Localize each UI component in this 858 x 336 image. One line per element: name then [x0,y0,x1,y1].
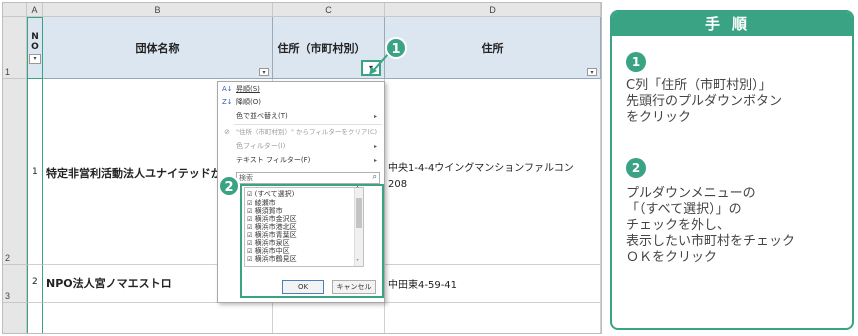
autofilter-menu: A↓ 昇順(S) Z↓ 降順(O) 色で並べ替え(T) ▸ ⊘ "住所（市町村別… [217,81,385,303]
checklist-label: 横浜市鶴見区 [254,255,297,263]
record-name: NPO法人宮ノマエストロ [46,277,172,290]
row-number: 2 [5,253,11,263]
scroll-down-icon[interactable]: ˅ [356,259,359,266]
header-no-label: NO [30,32,40,52]
column-header-a[interactable]: A [27,3,43,17]
header-cell-no[interactable]: NO ▾ [27,17,43,79]
menu-item-sort-by-color[interactable]: 色で並べ替え(T) [236,111,288,122]
step-1-text: C列「住所（市町村別）」 先頭行のプルダウンボタン をクリック [626,78,783,125]
select-all-corner[interactable] [3,3,27,17]
menu-item-text-filter[interactable]: テキスト フィルター(F) [236,155,310,166]
sort-descending-icon: Z↓ [222,98,233,106]
checklist-item[interactable]: ☑ 横浜市鶴見区 [247,254,297,264]
ok-button[interactable]: OK [282,280,324,294]
checklist-scrollbar[interactable]: ˄ ˅ [354,186,363,266]
row-number: 3 [5,291,11,301]
header-dantai-label: 団体名称 [135,41,180,55]
panel-title: 手順 [612,12,852,36]
menu-item-sort-asc[interactable]: 昇順(S) [236,84,260,95]
cell-no-1[interactable]: 1 [27,79,43,265]
cell-no-2[interactable]: 2 [27,265,43,303]
step-1-badge: 1 [385,37,407,59]
search-icon: ⌕ [372,172,377,181]
column-header-c[interactable]: C [273,3,385,17]
row-header-1[interactable]: 1 [3,17,27,79]
header-jusho-shichoson-label: 住所（市町村別） [277,41,366,55]
column-header-b[interactable]: B [43,3,273,17]
record-name: 特定非営利活動法人ユナイテッドか [46,167,222,180]
row-header-4[interactable] [3,303,27,333]
menu-item-sort-desc[interactable]: 降順(O) [236,97,261,108]
submenu-arrow-icon: ▸ [374,143,378,150]
record-address-line1: 中央1-4-4ウイングマンションファルコン [388,163,574,174]
cell-address-2[interactable]: 中田東4-59-41 [385,265,601,303]
sort-ascending-icon: A↓ [222,85,233,93]
filter-button-d[interactable]: ▾ [587,68,597,76]
record-no: 2 [32,277,38,287]
record-no: 1 [32,167,38,177]
step-2-badge: 2 [218,175,240,197]
row-header-2[interactable]: 2 [3,79,27,265]
cell-address-1[interactable]: 中央1-4-4ウイングマンションファルコン 208 [385,79,601,265]
cancel-button[interactable]: キャンセル [332,280,376,294]
record-address: 中田東4-59-41 [388,280,458,291]
menu-separator [234,124,382,125]
instructions-panel: 手順 1 C列「住所（市町村別）」 先頭行のプルダウンボタン をクリック 2 プ… [610,10,854,330]
cell-empty[interactable] [273,303,385,333]
cell-empty[interactable] [27,303,43,333]
submenu-arrow-icon: ▸ [374,113,378,120]
cell-empty[interactable] [385,303,601,333]
row-header-3[interactable]: 3 [3,265,27,303]
step-2-text: プルダウンメニューの 「（すべて選択）」の チェックを外し、 表示したい市町村を… [626,186,796,265]
scrollbar-thumb[interactable] [356,198,362,228]
row-number: 1 [5,67,11,77]
search-box[interactable]: 検索 ⌕ [236,172,380,184]
submenu-arrow-icon: ▸ [374,157,378,164]
filter-button-b[interactable]: ▾ [259,68,269,76]
record-address-line2: 208 [388,179,408,190]
menu-item-color-filter[interactable]: 色フィルター(I) [236,141,285,152]
column-header-d[interactable]: D [385,3,601,17]
filter-button-a[interactable]: ▾ [29,54,41,64]
menu-item-clear-filter[interactable]: "住所（市町村別）" からフィルターをクリア(C) [236,127,377,138]
cell-empty[interactable] [43,303,273,333]
header-cell-dantai[interactable]: 団体名称 ▾ [43,17,273,79]
checklist-box: ☑ (すべて選択) ☑ 綾瀬市 ☑ 横須賀市 ☑ 横浜市金沢区 ☑ 横浜市港北区… [244,186,364,267]
step-2-number: 2 [626,158,646,178]
spreadsheet: A B C D 1 2 3 NO ▾ 団体名称 ▾ 住所（市町村別） ▾ 住所 … [2,2,602,334]
header-cell-jusho[interactable]: 住所 ▾ [385,17,601,79]
checklist-label: (すべて選択) [254,190,295,198]
scroll-up-icon[interactable]: ˄ [356,186,359,193]
header-jusho-label: 住所 [481,41,504,55]
clear-filter-icon: ⊘ [224,128,230,136]
step-1-number: 1 [626,52,646,72]
search-input[interactable]: 検索 [239,173,253,183]
